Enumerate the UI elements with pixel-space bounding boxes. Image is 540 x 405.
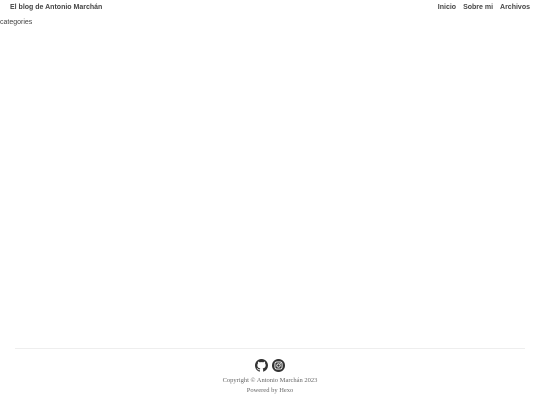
instagram-icon (272, 359, 285, 372)
site-header: El blog de Antonio Marchán Inicio Sobre … (0, 0, 540, 17)
nav-link-inicio[interactable]: Inicio (438, 4, 456, 11)
github-link[interactable] (255, 359, 268, 372)
powered-by: Powered by Hexo (0, 387, 540, 394)
site-title-link[interactable]: El blog de Antonio Marchán (10, 4, 102, 11)
page-title: categories (0, 19, 33, 26)
nav-link-sobre-mi[interactable]: Sobre mi (463, 4, 493, 11)
hexo-link[interactable]: Hexo (279, 387, 293, 394)
social-links (0, 359, 540, 372)
copyright-text: Copyright © Antonio Marchán 2023 (222, 377, 318, 384)
instagram-link[interactable] (272, 359, 285, 372)
footer-divider (15, 348, 525, 349)
github-icon (255, 359, 268, 372)
powered-by-prefix: Powered by (246, 387, 280, 394)
nav-link-archivos[interactable]: Archivos (500, 4, 530, 11)
main-nav: Inicio Sobre mi Archivos (438, 4, 530, 11)
